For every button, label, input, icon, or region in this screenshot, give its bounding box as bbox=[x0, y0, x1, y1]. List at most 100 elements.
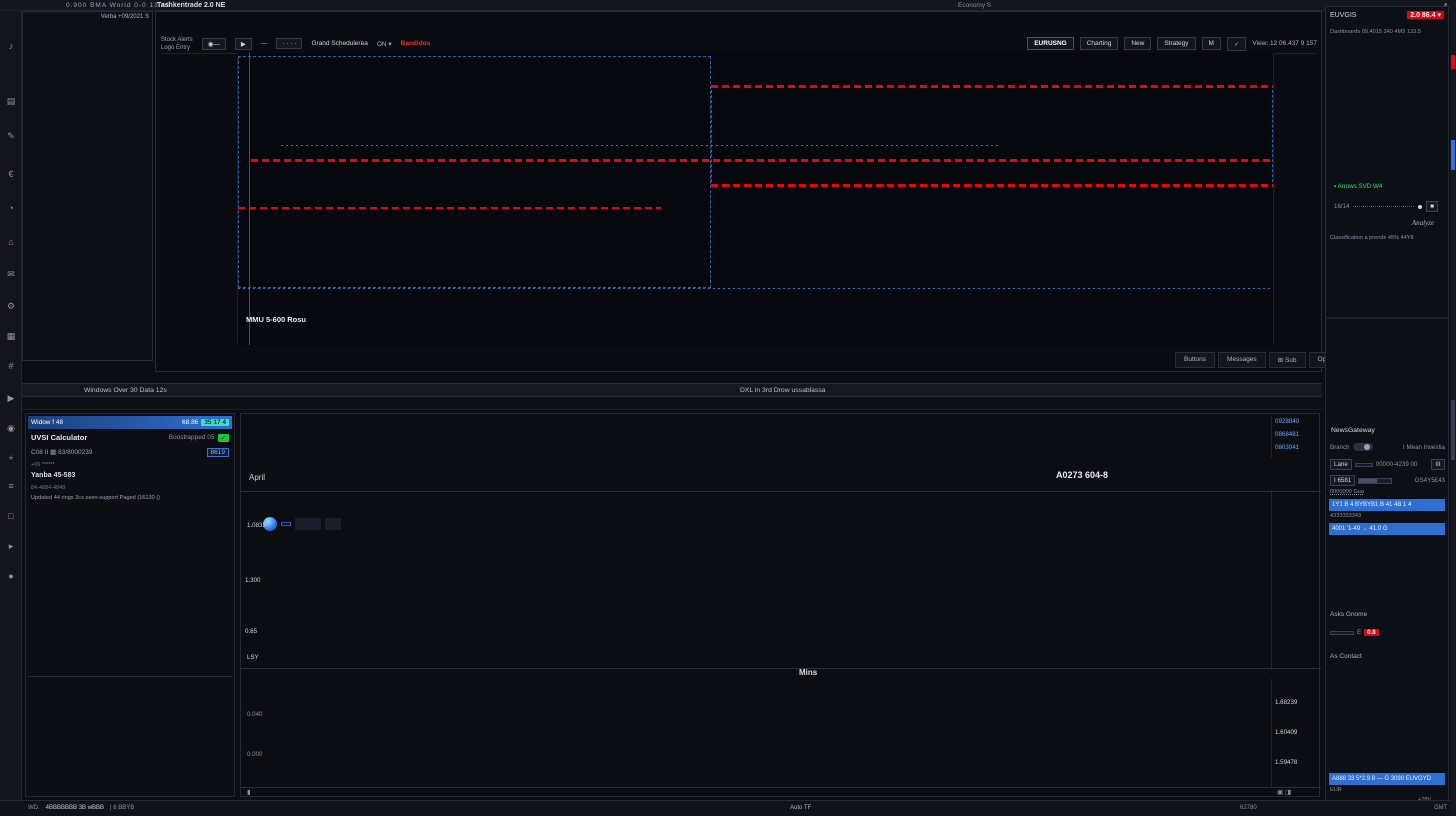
scrollbar-thumb[interactable] bbox=[1451, 140, 1455, 170]
record-icon[interactable]: ◉— bbox=[202, 38, 226, 50]
calculator-row[interactable]: UVSI Calculator Boostrapped 05 ✓ bbox=[28, 431, 232, 444]
series-title: Yanba 45-583 bbox=[31, 472, 75, 479]
arrow-icon[interactable]: ▸ bbox=[0, 541, 22, 552]
xaxis-right-icons[interactable]: ▣ ◨ bbox=[1277, 788, 1291, 796]
menu-icon[interactable]: ≡ bbox=[0, 481, 22, 491]
ghost-box bbox=[295, 518, 321, 530]
hash-icon[interactable]: # bbox=[0, 361, 22, 371]
e-input[interactable] bbox=[1330, 631, 1354, 635]
bottom-menu-row bbox=[22, 397, 1322, 410]
xaxis-left-icon[interactable]: ▮ bbox=[247, 788, 251, 796]
signals-panel: EUVGIS 2.0 86.4 ▾ Dashboards 09.4015 340… bbox=[1325, 6, 1449, 816]
e-badge: 0.8 bbox=[1364, 629, 1379, 636]
home-icon[interactable]: ⌂ bbox=[0, 237, 22, 247]
candlestick-chart[interactable] bbox=[238, 53, 1273, 345]
account-chip: 8619 bbox=[207, 448, 229, 457]
scrollbar[interactable] bbox=[1450, 0, 1456, 816]
signals-intro: Dashboards 09.4015 340 4M9 133.5 bbox=[1330, 29, 1445, 35]
options-chip[interactable]: III bbox=[1431, 459, 1445, 470]
messages-button[interactable]: Messages bbox=[1218, 352, 1266, 368]
teal-chip: 35 17 4 bbox=[201, 419, 229, 426]
watchlist-panel: Widow f 48 68.86 35 17 4 UVSI Calculator… bbox=[25, 413, 235, 797]
clock-icon[interactable]: ◔ bbox=[0, 203, 22, 213]
chart-plot[interactable]: MMU 5-600 Rosu bbox=[238, 53, 1273, 345]
chart-window-label: Stock AlertsLogo Entry bbox=[161, 36, 193, 52]
dot-icon[interactable]: ● bbox=[0, 571, 22, 581]
charting-button[interactable]: Charting bbox=[1080, 37, 1119, 50]
indicator-value-label: A0273 604-8 bbox=[1056, 470, 1108, 480]
on-dropdown[interactable]: ON ▾ bbox=[377, 40, 392, 48]
window-titlebar: 0.900 BMA World 0-0 13.45 Tashkentrade 2… bbox=[0, 0, 1456, 11]
slider-knob[interactable] bbox=[1418, 205, 1422, 209]
ghost-box bbox=[325, 518, 341, 530]
osc-left-label: 1.300 bbox=[245, 577, 260, 584]
indicator-panel-group: 0928840 0868481 0803041 April A0273 604-… bbox=[240, 413, 1320, 797]
lane-input[interactable]: Lane bbox=[1330, 459, 1352, 470]
currency-icon[interactable]: € bbox=[0, 169, 22, 179]
strategy-button[interactable]: Strategy bbox=[1157, 37, 1195, 50]
bandidos-label[interactable]: Bandidos bbox=[401, 40, 431, 47]
sub-button[interactable]: ⊞ Sub bbox=[1269, 352, 1306, 368]
quote-row-bottom[interactable]: A888 33 5*2.9 8 — G 3090 EUVGYD bbox=[1329, 773, 1445, 785]
range-box-icon[interactable]: · · · · bbox=[276, 38, 302, 49]
new-button[interactable]: New bbox=[1124, 37, 1151, 50]
form-row-1: Lane 00000-4239 00 III bbox=[1330, 459, 1445, 470]
oscillator-panel[interactable]: 1.0833 1.300 0.85 LSY bbox=[241, 491, 1321, 669]
status-center: Auto TF bbox=[790, 805, 811, 811]
market-watch-panel: Verba +09/2021 S bbox=[22, 11, 153, 361]
buttons-button[interactable]: Buttons bbox=[1175, 352, 1215, 368]
band-axis: 1.68239 1.60409 1.59478 bbox=[1271, 679, 1319, 788]
play-button[interactable]: ▶ bbox=[235, 38, 252, 50]
status-right: 62780 bbox=[1240, 805, 1257, 811]
chip-label bbox=[281, 522, 291, 526]
mini-axis: 0928840 0868481 0803041 bbox=[1271, 416, 1319, 458]
price-badge[interactable]: 2.0 86.4 ▾ bbox=[1407, 11, 1444, 19]
band-left-label: 0.040 bbox=[247, 711, 262, 718]
quote-row[interactable]: 4001 '1-49 → 41.0 G bbox=[1329, 523, 1445, 535]
m-icon[interactable]: M bbox=[1202, 37, 1221, 50]
scheduler-label[interactable]: Grand Schedulerea bbox=[311, 40, 367, 47]
check-icon[interactable]: ✓ bbox=[1227, 37, 1246, 51]
icon-rail: ♪ ▤ ✎ € ◔ ⌂ ✉ ⚙ ▦ # ▶ ◉ + ≡ □ ▸ ● bbox=[0, 11, 22, 816]
segment-row[interactable]: 1Y1 B 4 BYBYB1 B 41 4B 1 4 bbox=[1329, 499, 1445, 511]
threshold-slider[interactable]: 16/14 ■ bbox=[1334, 201, 1438, 212]
account-row[interactable]: C08 II ▦ 83/8000239 8619 bbox=[28, 446, 232, 458]
chart-icon[interactable]: ▤ bbox=[0, 96, 22, 107]
dash-icon: — bbox=[261, 40, 268, 47]
edit-icon[interactable]: ✎ bbox=[0, 131, 22, 142]
symbol-button[interactable]: EURUSNG bbox=[1027, 37, 1074, 50]
plus-icon[interactable]: + bbox=[0, 453, 22, 463]
band-panel[interactable]: 0.040 0.000 1.68239 1.60409 1.59478 bbox=[241, 679, 1321, 788]
slider-track[interactable] bbox=[1353, 206, 1414, 207]
arrows-legend: ▪ Arrows SVD W4 bbox=[1334, 183, 1382, 190]
settings-icon[interactable]: ⚙ bbox=[0, 301, 22, 312]
branch-toggle[interactable] bbox=[1353, 443, 1373, 451]
divider-left-label: Windows Over 30 Data 12s bbox=[84, 387, 167, 394]
mins-label: Mins bbox=[799, 668, 817, 677]
box-icon[interactable]: □ bbox=[0, 511, 22, 521]
mini-line-chart[interactable] bbox=[246, 416, 1269, 456]
chart-legend bbox=[159, 58, 238, 343]
status-wd-group: WD:4BBBBBBB 3B wBBB| 6 BBYB bbox=[28, 805, 134, 811]
band-chart[interactable] bbox=[246, 681, 1269, 786]
menu-bar bbox=[306, 14, 1311, 27]
mail-icon[interactable]: ✉ bbox=[0, 269, 22, 280]
panel-divider bbox=[28, 676, 232, 677]
watchlist-header-row[interactable]: Widow f 48 68.86 35 17 4 bbox=[28, 416, 232, 429]
tiny-note-1: +06 ****** bbox=[31, 462, 55, 468]
lock-icon[interactable]: ■ bbox=[1426, 201, 1438, 212]
grid-icon[interactable]: ▦ bbox=[0, 331, 22, 342]
sound-icon[interactable]: ♪ bbox=[0, 41, 22, 51]
contact-label: As Contact bbox=[1330, 653, 1445, 660]
classification-header: Classification a prends 45% 44Y8 bbox=[1330, 235, 1445, 241]
currency-label: EUR bbox=[1330, 787, 1445, 793]
play-icon[interactable]: ▶ bbox=[0, 393, 22, 404]
oscillator-chart[interactable] bbox=[246, 508, 1269, 668]
empty-input[interactable] bbox=[1355, 463, 1373, 467]
id-input[interactable]: I 6581 bbox=[1330, 475, 1355, 486]
gua-note: 0000000 Gua bbox=[1330, 489, 1445, 495]
chart-buttons: Buttons Messages ⊞ Sub Options bbox=[1175, 352, 1349, 368]
target-icon[interactable]: ◉ bbox=[0, 423, 22, 434]
symbol-label: EUVGIS bbox=[1330, 12, 1356, 19]
market-subtitle: Verba +09/2021 S bbox=[26, 14, 149, 20]
